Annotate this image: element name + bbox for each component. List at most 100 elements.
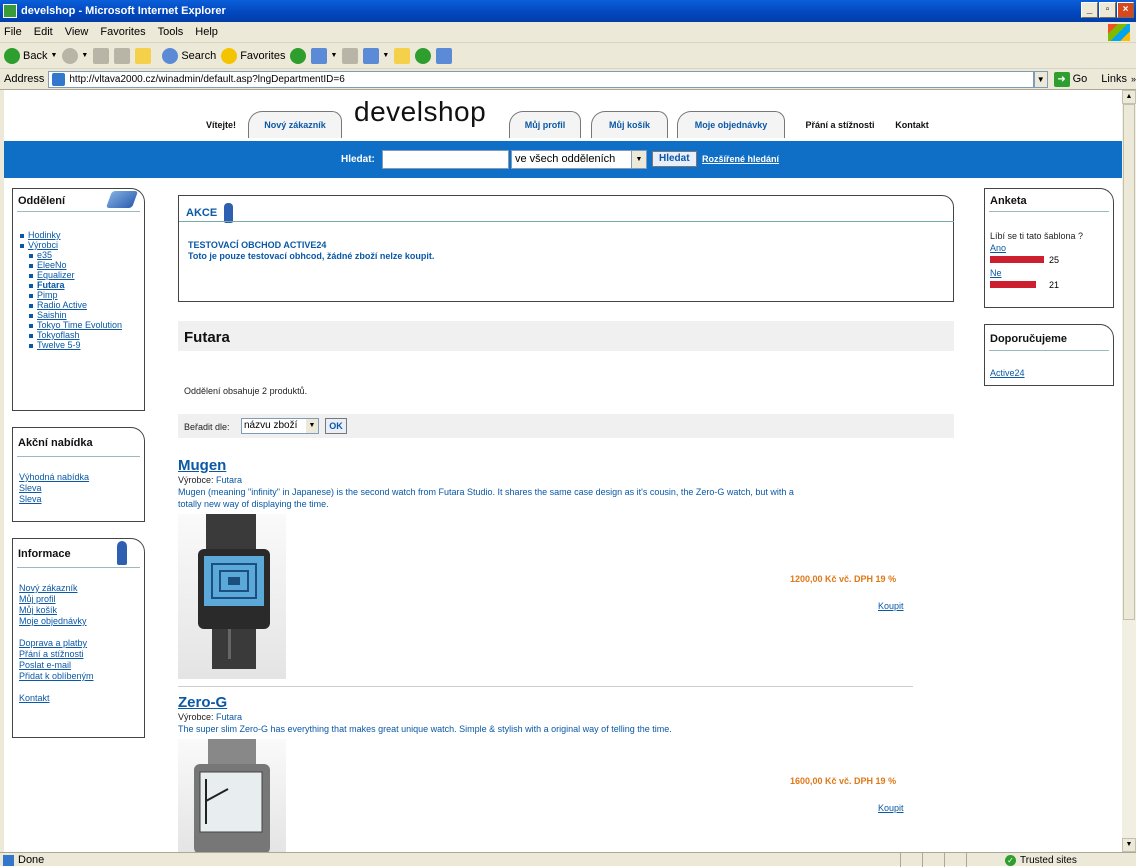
menu-favorites[interactable]: Favorites [100, 26, 145, 38]
favorites-button[interactable]: Favorites [221, 47, 285, 64]
nav-kontakt[interactable]: Kontakt [888, 111, 936, 138]
buy-link[interactable]: Koupit [878, 601, 904, 611]
nav-muj-kosik[interactable]: Můj košík [591, 111, 668, 138]
search-button[interactable]: Search [162, 47, 216, 64]
vertical-scrollbar[interactable]: ▲ ▼ [1122, 90, 1136, 852]
sort-select[interactable]: názvu zboží ▼ [241, 418, 319, 434]
home-button[interactable] [135, 47, 152, 64]
product-name-link[interactable]: Zero-G [178, 694, 227, 711]
info-link-muj-profil[interactable]: Můj profil [19, 594, 94, 605]
nav-muj-profil[interactable]: Můj profil [509, 111, 581, 138]
links-button[interactable]: Links [1101, 73, 1127, 85]
offers-box: Akční nabídka Výhodná nabídka Sleva Slev… [12, 427, 145, 522]
menu-edit[interactable]: Edit [34, 26, 53, 38]
menu-tools[interactable]: Tools [158, 26, 184, 38]
site-logo[interactable]: develshop [354, 96, 486, 128]
offer-link-sleva-2[interactable]: Sleva [19, 494, 89, 505]
nav-prani-a-stiznosti[interactable]: Přání a stížnosti [794, 111, 886, 138]
maximize-button[interactable]: ▫ [1099, 2, 1116, 18]
edit-icon [363, 47, 380, 64]
dept-item-tokyoflash[interactable]: Tokyoflash [19, 330, 139, 340]
advanced-search-link[interactable]: Rozšířené hledání [702, 154, 779, 164]
poll-bar-ano [990, 256, 1044, 263]
search-scope-select[interactable]: ve všech odděleních ▼ [511, 150, 647, 169]
watch-image [198, 514, 270, 669]
back-button[interactable]: Back ▼ [4, 47, 57, 64]
product-maker: Výrobce: Futara [178, 475, 243, 485]
product-image[interactable] [178, 739, 286, 852]
menu-view[interactable]: View [65, 26, 89, 38]
chevron-down-icon: ▼ [631, 151, 646, 168]
address-dropdown-button[interactable]: ▼ [1033, 70, 1048, 88]
product-name-link[interactable]: Mugen [178, 457, 226, 474]
refresh-button[interactable] [114, 47, 131, 64]
offer-link-sleva-1[interactable]: Sleva [19, 483, 89, 494]
research-button[interactable] [436, 47, 453, 64]
address-bar: Address http://vltava2000.cz/winadmin/de… [0, 69, 1136, 90]
scroll-up-button[interactable]: ▲ [1122, 90, 1136, 104]
info-link-kontakt[interactable]: Kontakt [19, 693, 94, 704]
nav-moje-objednavky[interactable]: Moje objednávky [677, 111, 785, 138]
sort-bar: Beřadit dle: názvu zboží ▼ OK [178, 414, 954, 438]
info-link-moje-objednavky[interactable]: Moje objednávky [19, 616, 94, 627]
search-label: Hledat: [341, 154, 375, 165]
product-image[interactable] [178, 514, 286, 679]
info-link-novy-zakaznik[interactable]: Nový zákazník [19, 583, 94, 594]
toolbar: Back ▼ ▼ Search Favorites ▼ ▼ [0, 43, 1136, 69]
go-button[interactable]: ➜ Go [1053, 71, 1087, 87]
dept-item-vyrobci[interactable]: Výrobci [19, 240, 139, 250]
sort-ok-button[interactable]: OK [325, 418, 347, 434]
buy-link[interactable]: Koupit [878, 803, 904, 813]
info-link-doprava[interactable]: Doprava a platby [19, 638, 94, 649]
akce-heading: TESTOVACÍ OBCHOD ACTIVE24 [188, 240, 327, 250]
info-title: Informace [18, 548, 71, 560]
poll-votes-ano: 25 [1049, 255, 1060, 265]
forward-button[interactable]: ▼ [62, 47, 88, 64]
stop-button[interactable] [93, 47, 110, 64]
dept-item-futara[interactable]: Futara [19, 280, 139, 290]
links-chevron-icon[interactable]: » [1131, 74, 1136, 84]
poll-box: Anketa Líbí se ti tato šablona ? Ano 25 … [984, 188, 1114, 308]
departments-box: Oddělení Hodinky Výrobci e35 EleeNo Equa… [12, 188, 145, 411]
close-button[interactable]: × [1117, 2, 1134, 18]
search-button-site[interactable]: Hledat [652, 151, 697, 167]
dept-item-radio-active[interactable]: Radio Active [19, 300, 139, 310]
menu-help[interactable]: Help [195, 26, 218, 38]
recommend-box: Doporučujeme Active24 [984, 324, 1114, 386]
scroll-thumb[interactable] [1123, 104, 1135, 620]
discuss-button[interactable] [394, 47, 411, 64]
poll-option-ne[interactable]: Ne [990, 268, 1002, 278]
search-input[interactable] [382, 150, 509, 169]
recommend-link-active24[interactable]: Active24 [990, 368, 1025, 378]
nav-vitejte[interactable]: Vítejte! [196, 111, 246, 138]
info-link-email[interactable]: Poslat e-mail [19, 660, 94, 671]
scroll-down-button[interactable]: ▼ [1122, 838, 1136, 852]
offer-link-vyhodna[interactable]: Výhodná nabídka [19, 472, 89, 483]
product-item: Mugen Výrobce: Futara Mugen (meaning "in… [178, 457, 954, 687]
dept-item-twelve[interactable]: Twelve 5-9 [19, 340, 139, 350]
menu-file[interactable]: File [4, 26, 22, 38]
address-label: Address [4, 73, 45, 85]
dept-item-hodinky[interactable]: Hodinky [19, 230, 139, 240]
departments-title: Oddělení [18, 195, 66, 207]
minimize-button[interactable]: _ [1081, 2, 1098, 18]
dept-item-e35[interactable]: e35 [19, 250, 139, 260]
address-input[interactable]: http://vltava2000.cz/winadmin/default.as… [48, 70, 1034, 88]
product-price: 1600,00 Kč vč. DPH 19 % [790, 776, 897, 786]
poll-option-ano[interactable]: Ano [990, 243, 1006, 253]
mail-button[interactable]: ▼ [311, 47, 337, 64]
history-button[interactable] [290, 47, 307, 64]
dept-item-tokyo-time-evolution[interactable]: Tokyo Time Evolution [19, 320, 139, 330]
info-link-prani[interactable]: Přání a stížnosti [19, 649, 94, 660]
dept-item-eleeno[interactable]: EleeNo [19, 260, 139, 270]
messenger-button[interactable] [415, 47, 432, 64]
dept-item-pimp[interactable]: Pimp [19, 290, 139, 300]
info-link-muj-kosik[interactable]: Můj košík [19, 605, 94, 616]
print-button[interactable] [342, 47, 359, 64]
forward-arrow-icon [62, 47, 79, 64]
info-link-oblibene[interactable]: Přidat k oblíbeným [19, 671, 94, 682]
dept-item-equalizer[interactable]: Equalizer [19, 270, 139, 280]
edit-button[interactable]: ▼ [363, 47, 389, 64]
dept-item-saishin[interactable]: Saishin [19, 310, 139, 320]
nav-novy-zakaznik[interactable]: Nový zákazník [248, 111, 342, 138]
